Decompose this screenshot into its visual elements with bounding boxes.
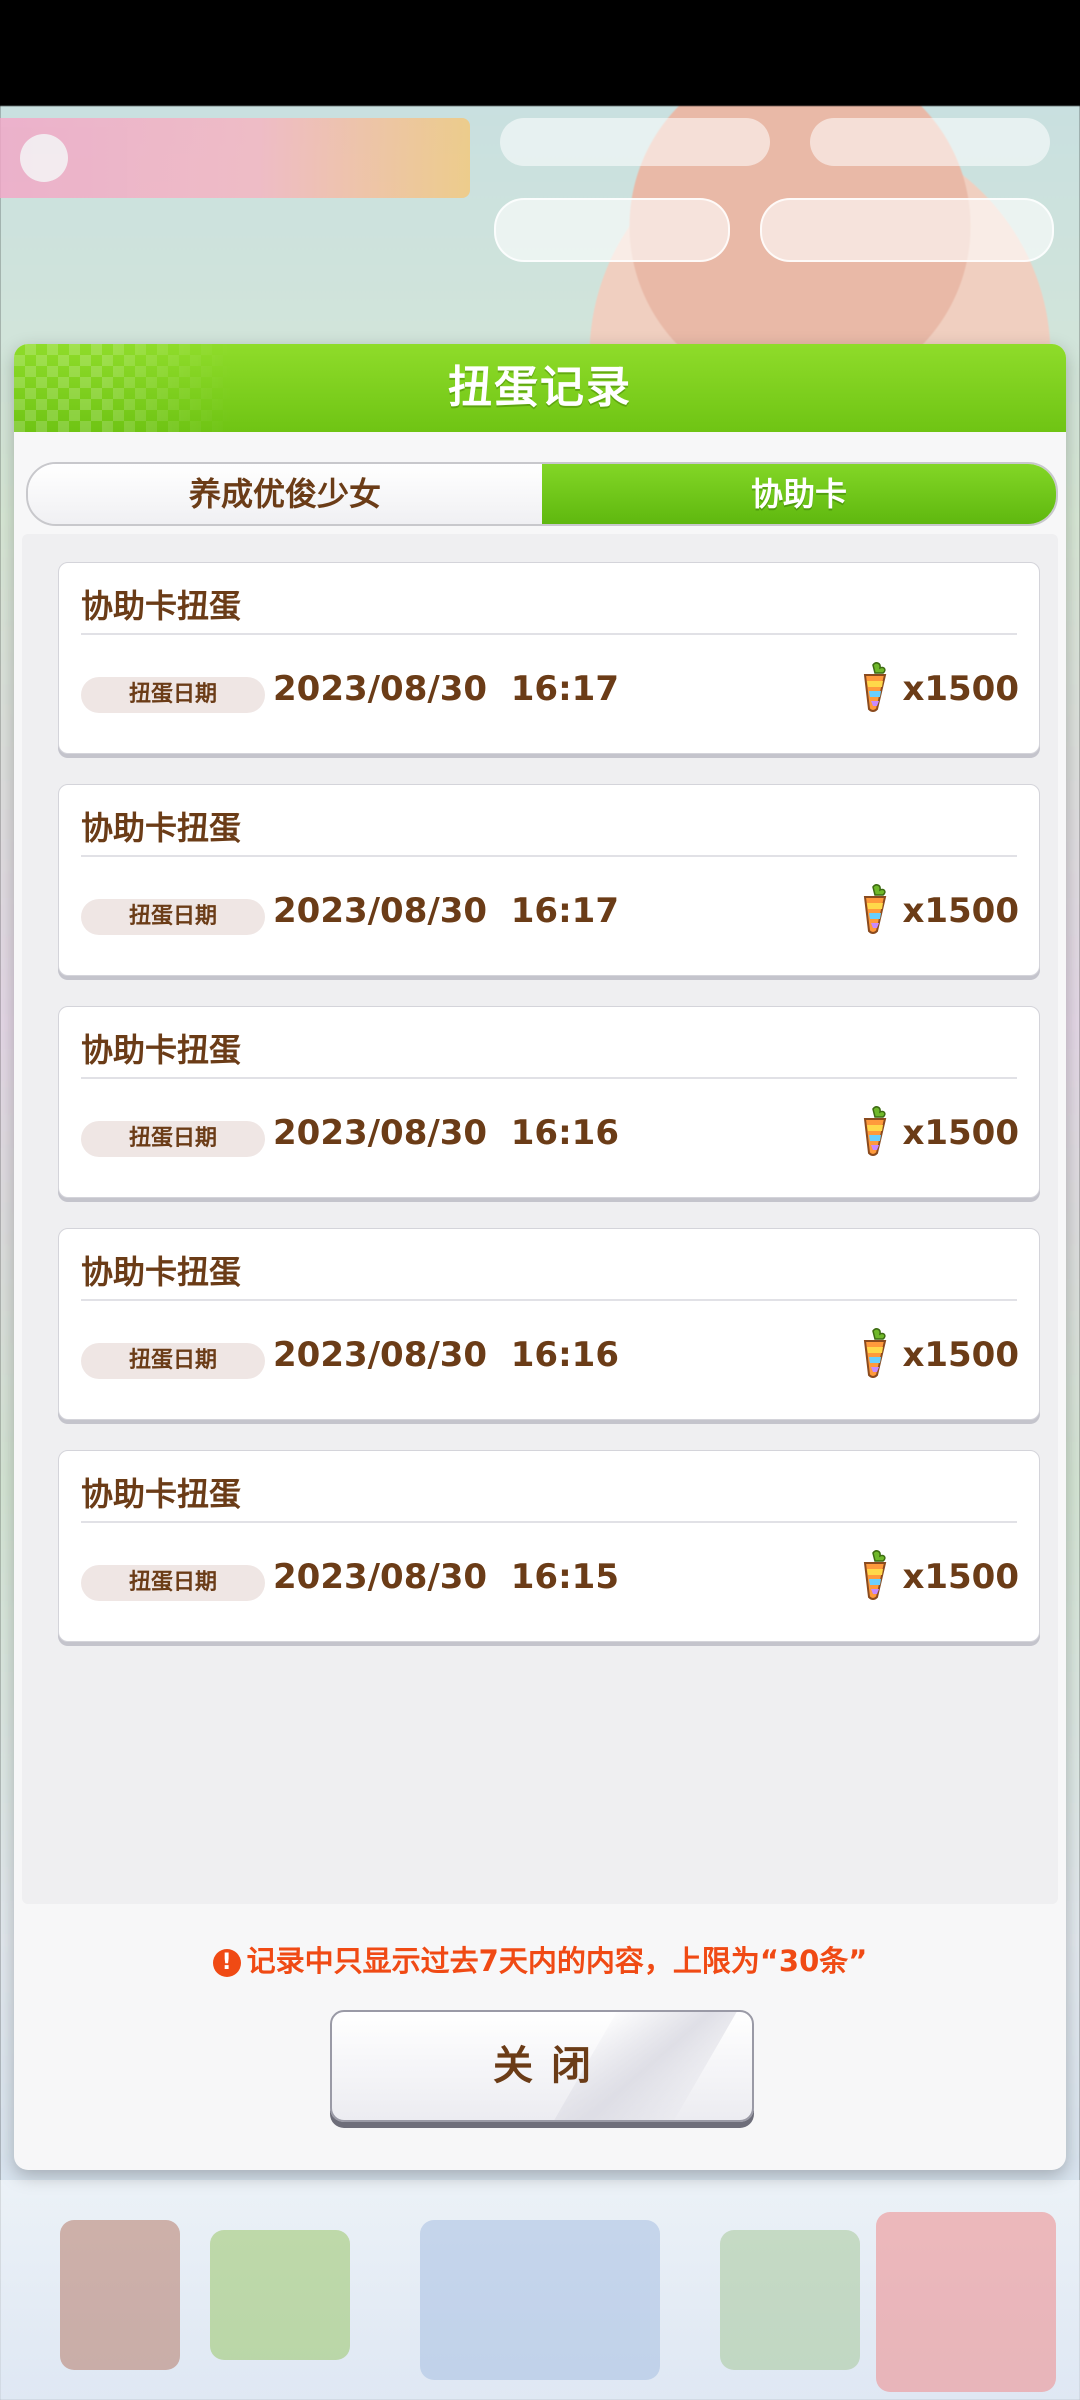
background-resource-bar: [500, 118, 770, 166]
record-amount: x1500: [902, 669, 1019, 709]
dock-item: [420, 2220, 660, 2380]
record-item: 协助卡扭蛋 扭蛋日期 2023/08/30 16:17 x1500: [58, 784, 1040, 976]
date-label-badge: 扭蛋日期: [81, 677, 265, 713]
back-icon: [20, 134, 68, 182]
record-amount: x1500: [902, 1113, 1019, 1153]
date-label-badge: 扭蛋日期: [81, 899, 265, 935]
tab-training-umamusume[interactable]: 养成优俊少女: [28, 464, 542, 524]
carrot-icon: [863, 662, 887, 712]
record-list[interactable]: 协助卡扭蛋 扭蛋日期 2023/08/30 16:17 x1500 协助卡扭蛋 …: [22, 534, 1058, 1904]
divider: [81, 1521, 1017, 1523]
dock-item: [876, 2212, 1056, 2392]
record-amount: x1500: [902, 1335, 1019, 1375]
tab-support-card[interactable]: 协助卡: [542, 464, 1056, 524]
status-bar: [0, 0, 1080, 106]
record-title: 协助卡扭蛋: [81, 809, 242, 847]
date-label-badge: 扭蛋日期: [81, 1121, 265, 1157]
notice-text: 记录中只显示过去7天内的内容，上限为“30条”: [246, 1944, 868, 1978]
record-title: 协助卡扭蛋: [81, 1475, 242, 1513]
carrot-icon: [863, 1328, 887, 1378]
date-label-badge: 扭蛋日期: [81, 1565, 265, 1601]
background-resource-bar: [810, 118, 1050, 166]
divider: [81, 633, 1017, 635]
dialog-title: 扭蛋记录: [448, 362, 632, 413]
record-datetime: 2023/08/30 16:17: [273, 891, 619, 931]
close-button[interactable]: 关闭: [330, 2010, 754, 2122]
record-item: 协助卡扭蛋 扭蛋日期 2023/08/30 16:16 x1500: [58, 1006, 1040, 1198]
record-title: 协助卡扭蛋: [81, 587, 242, 625]
record-datetime: 2023/08/30 16:16: [273, 1113, 619, 1153]
alert-icon: !: [212, 1949, 241, 1977]
close-button-label: 关闭: [493, 2043, 609, 2089]
date-label-badge: 扭蛋日期: [81, 1343, 265, 1379]
record-item: 协助卡扭蛋 扭蛋日期 2023/08/30 16:17 x1500: [58, 562, 1040, 754]
carrot-icon: [863, 1550, 887, 1600]
record-datetime: 2023/08/30 16:17: [273, 669, 619, 709]
tab-bar: 养成优俊少女 协助卡: [26, 462, 1058, 526]
dialog-header: 扭蛋记录: [14, 344, 1066, 432]
background-pill: [760, 198, 1054, 262]
carrot-icon: [863, 1106, 887, 1156]
record-item: 协助卡扭蛋 扭蛋日期 2023/08/30 16:15 x1500: [58, 1450, 1040, 1642]
record-title: 协助卡扭蛋: [81, 1253, 242, 1291]
background-header: [0, 118, 470, 198]
record-title: 协助卡扭蛋: [81, 1031, 242, 1069]
dock-item: [60, 2220, 180, 2370]
background-pill: [494, 198, 730, 262]
divider: [81, 855, 1017, 857]
record-datetime: 2023/08/30 16:16: [273, 1335, 619, 1375]
record-datetime: 2023/08/30 16:15: [273, 1557, 619, 1597]
divider: [81, 1077, 1017, 1079]
carrot-icon: [863, 884, 887, 934]
background-dock: [0, 2180, 1080, 2400]
divider: [81, 1299, 1017, 1301]
record-item: 协助卡扭蛋 扭蛋日期 2023/08/30 16:16 x1500: [58, 1228, 1040, 1420]
dock-item: [720, 2230, 860, 2370]
dock-item: [210, 2230, 350, 2360]
limit-notice: ! 记录中只显示过去7天内的内容，上限为“30条”: [14, 1938, 1066, 1980]
record-amount: x1500: [902, 891, 1019, 931]
record-amount: x1500: [902, 1557, 1019, 1597]
gacha-history-dialog: 扭蛋记录 养成优俊少女 协助卡 协助卡扭蛋 扭蛋日期 2023/08/30 16…: [14, 344, 1066, 2170]
